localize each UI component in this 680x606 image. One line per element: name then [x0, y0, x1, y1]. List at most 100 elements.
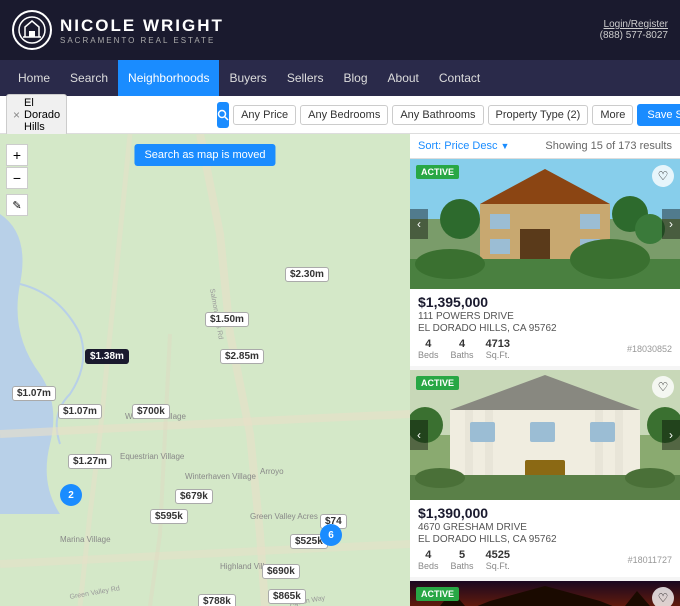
location-label: El Dorado Hills	[24, 97, 60, 133]
search-input[interactable]	[71, 109, 213, 121]
listing-2-address: 4670 GRESHAM DRIVE	[418, 522, 672, 533]
nav-item-search[interactable]: Search	[60, 60, 118, 96]
price-marker-2_30m[interactable]: $2.30m	[285, 267, 329, 282]
cluster-2-a[interactable]: 2	[60, 484, 82, 506]
cluster-6[interactable]: 6	[320, 524, 342, 546]
listing-1-price: $1,395,000	[418, 294, 672, 310]
listing-2-city: EL DORADO HILLS, CA 95762	[418, 534, 672, 545]
nav-item-about[interactable]: About	[378, 60, 429, 96]
listing-2-details: 4 Beds 5 Baths 4525 Sq.Ft. #18011727	[418, 549, 672, 571]
listing-1-next-button[interactable]: ›	[662, 209, 680, 239]
logo-sub: SACRAMENTO REAL ESTATE	[60, 36, 224, 45]
results-panel: Sort: Price Desc ▼ Showing 15 of 173 res…	[410, 134, 680, 606]
sqft-label-2: Sq.Ft.	[486, 561, 510, 571]
zoom-in-button[interactable]: +	[6, 144, 28, 166]
search-bar: × El Dorado Hills Any Price Any Bedrooms…	[0, 96, 680, 134]
listing-3-active-badge: ACTIVE	[416, 587, 459, 601]
nav-item-sellers[interactable]: Sellers	[277, 60, 334, 96]
more-filter[interactable]: More	[592, 105, 633, 125]
listing-2-beds-val: 4	[425, 549, 431, 561]
price-marker-700k[interactable]: $700k	[132, 404, 170, 419]
listing-2-prev-button[interactable]: ‹	[410, 420, 428, 450]
listing-2-mls: #18011727	[628, 555, 672, 565]
logo-text: NICOLE WRIGHT SACRAMENTO REAL ESTATE	[60, 16, 224, 45]
price-marker-1_07m-a[interactable]: $1.07m	[12, 386, 56, 401]
listing-1-mls: #18030852	[627, 344, 672, 354]
results-count: Showing 15 of 173 results	[545, 140, 672, 152]
login-link[interactable]: Login/Register	[604, 19, 668, 30]
edit-map-button[interactable]: ✎	[6, 194, 28, 216]
phone-number: (888) 577-8027	[600, 30, 668, 41]
listing-1-info: $1,395,000 111 POWERS DRIVE EL DORADO HI…	[410, 289, 680, 366]
nav-item-neighborhoods[interactable]: Neighborhoods	[118, 60, 219, 96]
sort-button[interactable]: Sort: Price Desc ▼	[418, 140, 509, 152]
listing-2-sqft: 4525 Sq.Ft.	[486, 549, 510, 571]
listing-2-next-button[interactable]: ›	[662, 420, 680, 450]
nav-item-blog[interactable]: Blog	[334, 60, 378, 96]
price-marker-788k[interactable]: $788k	[198, 594, 236, 606]
bathrooms-filter[interactable]: Any Bathrooms	[392, 105, 483, 125]
listing-2-info: $1,390,000 4670 GRESHAM DRIVE EL DORADO …	[410, 500, 680, 577]
listing-1-sqft: 4713 Sq.Ft.	[486, 338, 510, 360]
listings-scroll[interactable]: ACTIVE ♡ ‹ › $1,395,000 111 POWERS DRIVE…	[410, 159, 680, 606]
map-area: Waterford Village Equestrian Village Mar…	[0, 134, 410, 606]
map-background: Waterford Village Equestrian Village Mar…	[0, 134, 410, 606]
listing-2-sqft-val: 4525	[486, 549, 510, 561]
logo-icon	[12, 10, 52, 50]
header: NICOLE WRIGHT SACRAMENTO REAL ESTATE Log…	[0, 0, 680, 60]
listing-2-baths: 5 Baths	[451, 549, 474, 571]
location-tag: × El Dorado Hills	[6, 94, 67, 136]
price-marker-2_85m[interactable]: $2.85m	[220, 349, 264, 364]
listing-card-1: ACTIVE ♡ ‹ › $1,395,000 111 POWERS DRIVE…	[410, 159, 680, 366]
sqft-label: Sq.Ft.	[486, 350, 510, 360]
listing-1-baths: 4 Baths	[451, 338, 474, 360]
price-marker-865k[interactable]: $865k	[268, 589, 306, 604]
svg-text:Winterhaven Village: Winterhaven Village	[185, 472, 257, 481]
beds-label-2: Beds	[418, 561, 439, 571]
save-search-button[interactable]: Save Search	[637, 104, 680, 126]
price-marker-679k[interactable]: $679k	[175, 489, 213, 504]
listing-2-baths-val: 5	[459, 549, 465, 561]
listing-card-2: ACTIVE ♡ ‹ › $1,390,000 4670 GRESHAM DRI…	[410, 370, 680, 577]
baths-label-2: Baths	[451, 561, 474, 571]
price-filter[interactable]: Any Price	[233, 105, 296, 125]
listing-1-active-badge: ACTIVE	[416, 165, 459, 179]
svg-text:Green Valley Acres: Green Valley Acres	[250, 512, 318, 521]
nav-item-home[interactable]: Home	[8, 60, 60, 96]
property-type-filter[interactable]: Property Type (2)	[488, 105, 589, 125]
listing-3-image: ACTIVE ♡ ‹ ›	[410, 581, 680, 606]
map-controls: + − ✎	[6, 144, 28, 216]
listing-2-price: $1,390,000	[418, 505, 672, 521]
logo-name: NICOLE WRIGHT	[60, 16, 224, 36]
listing-1-heart-button[interactable]: ♡	[652, 165, 674, 187]
listing-2-active-badge: ACTIVE	[416, 376, 459, 390]
svg-text:Arroyo: Arroyo	[260, 467, 284, 476]
listing-1-city: EL DORADO HILLS, CA 95762	[418, 323, 672, 334]
zoom-out-button[interactable]: −	[6, 167, 28, 189]
listing-1-sqft-val: 4713	[486, 338, 510, 350]
search-button[interactable]	[217, 102, 229, 128]
price-marker-1_27m[interactable]: $1.27m	[68, 454, 112, 469]
listing-1-beds: 4 Beds	[418, 338, 439, 360]
svg-text:Equestrian Village: Equestrian Village	[120, 452, 185, 461]
listing-2-beds: 4 Beds	[418, 549, 439, 571]
main-content: Waterford Village Equestrian Village Mar…	[0, 134, 680, 606]
price-marker-1_07m-b[interactable]: $1.07m	[58, 404, 102, 419]
bedrooms-filter[interactable]: Any Bedrooms	[300, 105, 388, 125]
search-as-moved-button[interactable]: Search as map is moved	[134, 144, 275, 166]
listing-2-image: ACTIVE ♡ ‹ ›	[410, 370, 680, 500]
price-marker-1_50m[interactable]: $1.50m	[205, 312, 249, 327]
logo-area: NICOLE WRIGHT SACRAMENTO REAL ESTATE	[12, 10, 224, 50]
price-marker-690k[interactable]: $690k	[262, 564, 300, 579]
listing-2-heart-button[interactable]: ♡	[652, 376, 674, 398]
nav-item-buyers[interactable]: Buyers	[219, 60, 276, 96]
tag-x[interactable]: ×	[13, 108, 20, 122]
top-right: Login/Register (888) 577-8027	[600, 19, 668, 41]
listing-3-heart-button[interactable]: ♡	[652, 587, 674, 606]
price-marker-595k[interactable]: $595k	[150, 509, 188, 524]
price-marker-1_38m-selected[interactable]: $1.38m	[85, 349, 129, 364]
sort-label: Sort: Price Desc	[418, 140, 497, 152]
beds-label: Beds	[418, 350, 439, 360]
listing-1-prev-button[interactable]: ‹	[410, 209, 428, 239]
nav-item-contact[interactable]: Contact	[429, 60, 490, 96]
